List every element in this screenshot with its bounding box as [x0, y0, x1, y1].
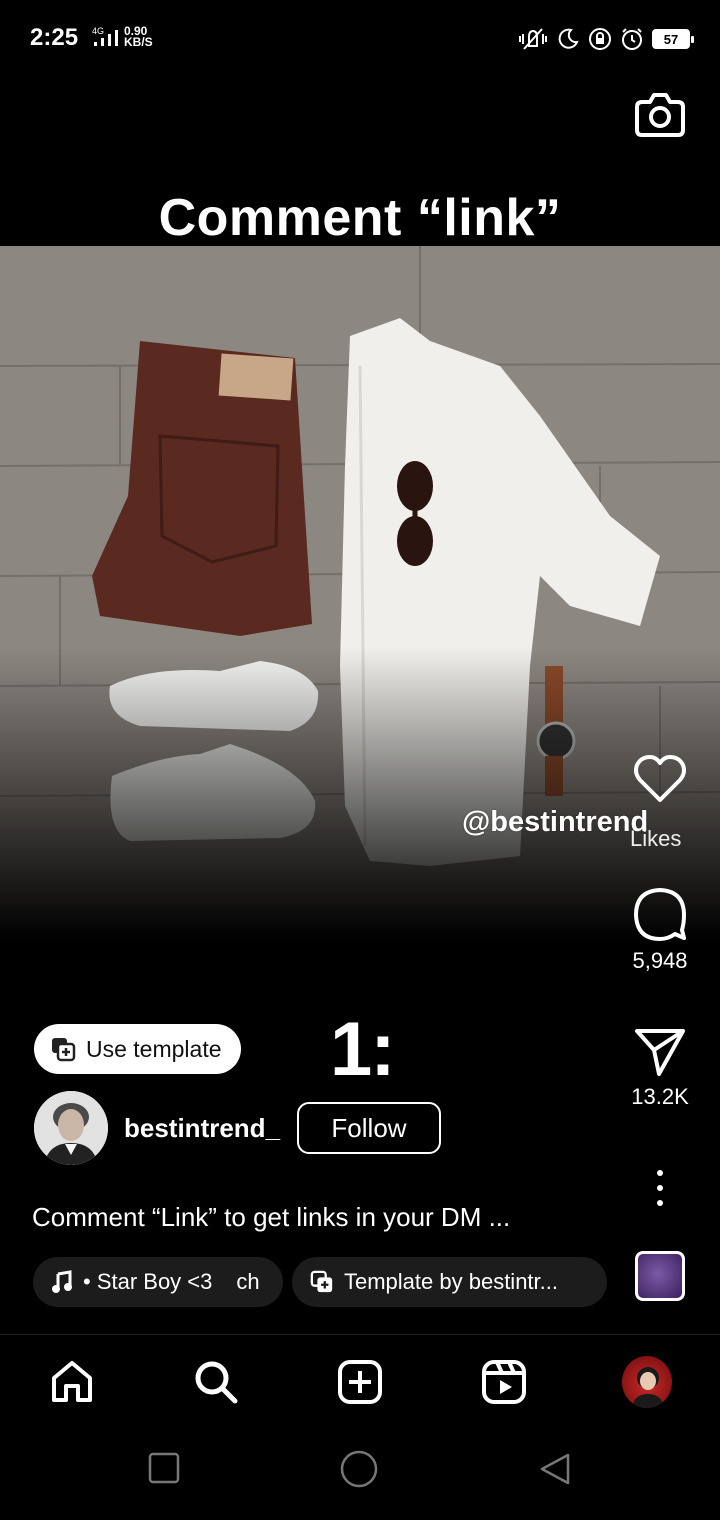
alarm-icon [622, 28, 642, 50]
camera-icon [635, 93, 685, 137]
use-template-label: Use template [86, 1035, 222, 1062]
recents-icon [148, 1452, 180, 1484]
vibrate-icon [519, 28, 547, 50]
nav-home[interactable] [47, 1357, 97, 1407]
status-bar: 2:25 4G 0.90 KB/S 57 [0, 0, 720, 76]
back-icon [540, 1453, 570, 1485]
battery-indicator: 57 [652, 29, 694, 49]
post-caption[interactable]: Comment “Link” to get links in your DM .… [32, 1202, 510, 1233]
home-circle-icon [340, 1450, 378, 1488]
home-icon [52, 1361, 92, 1402]
reels-icon [482, 1360, 526, 1404]
comments-count: 5,948 [632, 948, 688, 973]
author-avatar[interactable] [34, 1091, 108, 1165]
music-label: • Star Boy <3 [83, 1269, 213, 1294]
comment-icon [634, 888, 686, 941]
shares-count: 13.2K [631, 1084, 689, 1109]
send-icon [635, 1029, 685, 1076]
template-icon [310, 1270, 333, 1293]
like-button[interactable] [615, 754, 705, 804]
template-credit-pill[interactable]: Template by bestintr... [292, 1257, 607, 1307]
status-time: 2:25 [30, 24, 79, 51]
search-icon [195, 1361, 238, 1404]
nav-create[interactable] [335, 1357, 385, 1407]
use-template-button[interactable]: Use template [34, 1024, 241, 1074]
status-icons: 57 [518, 26, 694, 52]
speed-unit: KB/S [124, 35, 153, 49]
post-overlay-title: Comment “link” [158, 189, 562, 247]
likes-label: Likes [630, 826, 682, 851]
nav-reels[interactable] [479, 1357, 529, 1407]
nav-search[interactable] [191, 1357, 241, 1407]
home-system-button[interactable] [340, 1450, 378, 1493]
network-speed: 0.90 KB/S [124, 25, 153, 49]
back-button[interactable] [538, 1452, 572, 1491]
music-note-icon [52, 1270, 72, 1293]
comment-button[interactable]: 5,948 [615, 886, 705, 974]
follow-button[interactable]: Follow [297, 1102, 441, 1154]
system-navigation [0, 1430, 720, 1520]
share-button[interactable]: 13.2K [615, 1026, 705, 1110]
author-username[interactable]: bestintrend_ [124, 1113, 280, 1144]
template-icon [52, 1038, 76, 1062]
music-pill[interactable]: • Star Boy <3 ch [33, 1257, 283, 1307]
camera-button[interactable] [632, 86, 688, 142]
post-watermark: @bestintrend [462, 806, 649, 838]
more-vertical-icon[interactable] [648, 1170, 672, 1206]
do-not-disturb-moon-icon [558, 28, 579, 49]
heart-icon [634, 755, 686, 802]
bottom-navigation [0, 1334, 720, 1428]
profile-avatar [622, 1356, 672, 1408]
music-label-tail: ch [236, 1269, 260, 1294]
reel-media[interactable] [0, 246, 720, 976]
create-icon [338, 1360, 382, 1404]
lock-rotation-icon [589, 28, 611, 50]
template-credit-label: Template by bestintr... [344, 1269, 558, 1294]
recents-button[interactable] [148, 1452, 180, 1489]
overlay-counter-text: 1: [330, 1007, 396, 1092]
audio-thumbnail[interactable] [635, 1251, 685, 1301]
nav-profile[interactable] [622, 1356, 672, 1408]
